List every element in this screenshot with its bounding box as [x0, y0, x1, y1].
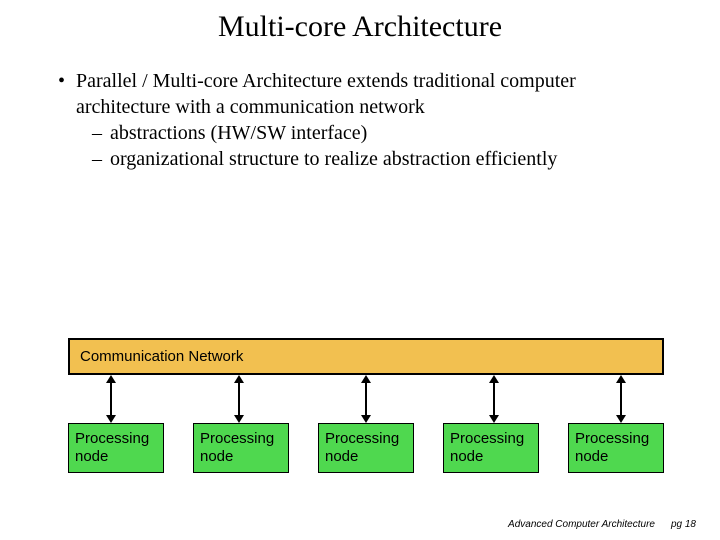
processing-node-box: Processingnode	[193, 423, 289, 473]
sub-bullet-text: abstractions (HW/SW interface)	[110, 120, 367, 146]
double-arrow-icon	[493, 375, 495, 423]
footer-page: pg 18	[671, 519, 696, 530]
double-arrow-icon	[620, 375, 622, 423]
double-arrow-icon	[365, 375, 367, 423]
processing-node-box: Processingnode	[68, 423, 164, 473]
sub-bullet-item: – organizational structure to realize ab…	[92, 146, 640, 172]
dash-marker: –	[92, 120, 110, 146]
bullet-item: • Parallel / Multi-core Architecture ext…	[58, 68, 640, 120]
processing-node-box: Processingnode	[443, 423, 539, 473]
nodes-row: Processingnode Processingnode Processing…	[68, 423, 664, 473]
footer-course: Advanced Computer Architecture	[508, 519, 655, 530]
communication-network-box: Communication Network	[68, 338, 664, 375]
slide-footer: Advanced Computer Architecture pg 18	[508, 519, 696, 530]
sub-bullet-item: – abstractions (HW/SW interface)	[92, 120, 640, 146]
bullet-marker: •	[58, 68, 76, 120]
architecture-diagram: Communication Network Processingnode Pro…	[68, 338, 664, 473]
slide-title: Multi-core Architecture	[0, 0, 720, 44]
sub-bullet-text: organizational structure to realize abst…	[110, 146, 557, 172]
double-arrow-icon	[238, 375, 240, 423]
body-text: • Parallel / Multi-core Architecture ext…	[0, 44, 640, 172]
bullet-text: Parallel / Multi-core Architecture exten…	[76, 68, 640, 120]
double-arrow-icon	[110, 375, 112, 423]
processing-node-box: Processingnode	[318, 423, 414, 473]
arrows-row	[68, 375, 664, 423]
dash-marker: –	[92, 146, 110, 172]
processing-node-box: Processingnode	[568, 423, 664, 473]
